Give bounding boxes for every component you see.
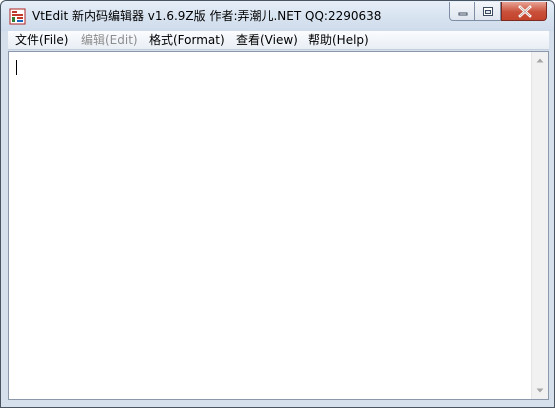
minimize-button[interactable] (449, 2, 475, 21)
menu-edit[interactable]: 编辑(Edit) (81, 31, 138, 50)
text-editor[interactable] (8, 51, 549, 400)
minimize-icon (458, 12, 468, 16)
scroll-down-arrow-icon[interactable] (532, 382, 548, 399)
close-icon (518, 5, 532, 18)
close-button[interactable] (501, 2, 547, 21)
scroll-up-arrow-icon[interactable] (532, 52, 548, 69)
maximize-button[interactable] (475, 2, 501, 21)
text-caret (16, 60, 17, 75)
menu-view[interactable]: 查看(View) (236, 31, 298, 50)
restore-icon (483, 7, 493, 16)
menu-help[interactable]: 帮助(Help) (308, 31, 369, 50)
menu-format[interactable]: 格式(Format) (149, 31, 225, 50)
app-icon (9, 8, 26, 25)
title-bar[interactable]: VtEdit 新内码编辑器 v1.6.9Z版 作者:弄潮儿.NET QQ:229… (1, 1, 554, 31)
menu-bar: 文件(File) 编辑(Edit) 格式(Format) 查看(View) 帮助… (8, 31, 549, 50)
window-title: VtEdit 新内码编辑器 v1.6.9Z版 作者:弄潮儿.NET QQ:229… (32, 9, 382, 23)
vertical-scrollbar[interactable] (531, 52, 548, 399)
menu-file[interactable]: 文件(File) (15, 31, 68, 50)
app-window: VtEdit 新内码编辑器 v1.6.9Z版 作者:弄潮儿.NET QQ:229… (0, 0, 555, 408)
